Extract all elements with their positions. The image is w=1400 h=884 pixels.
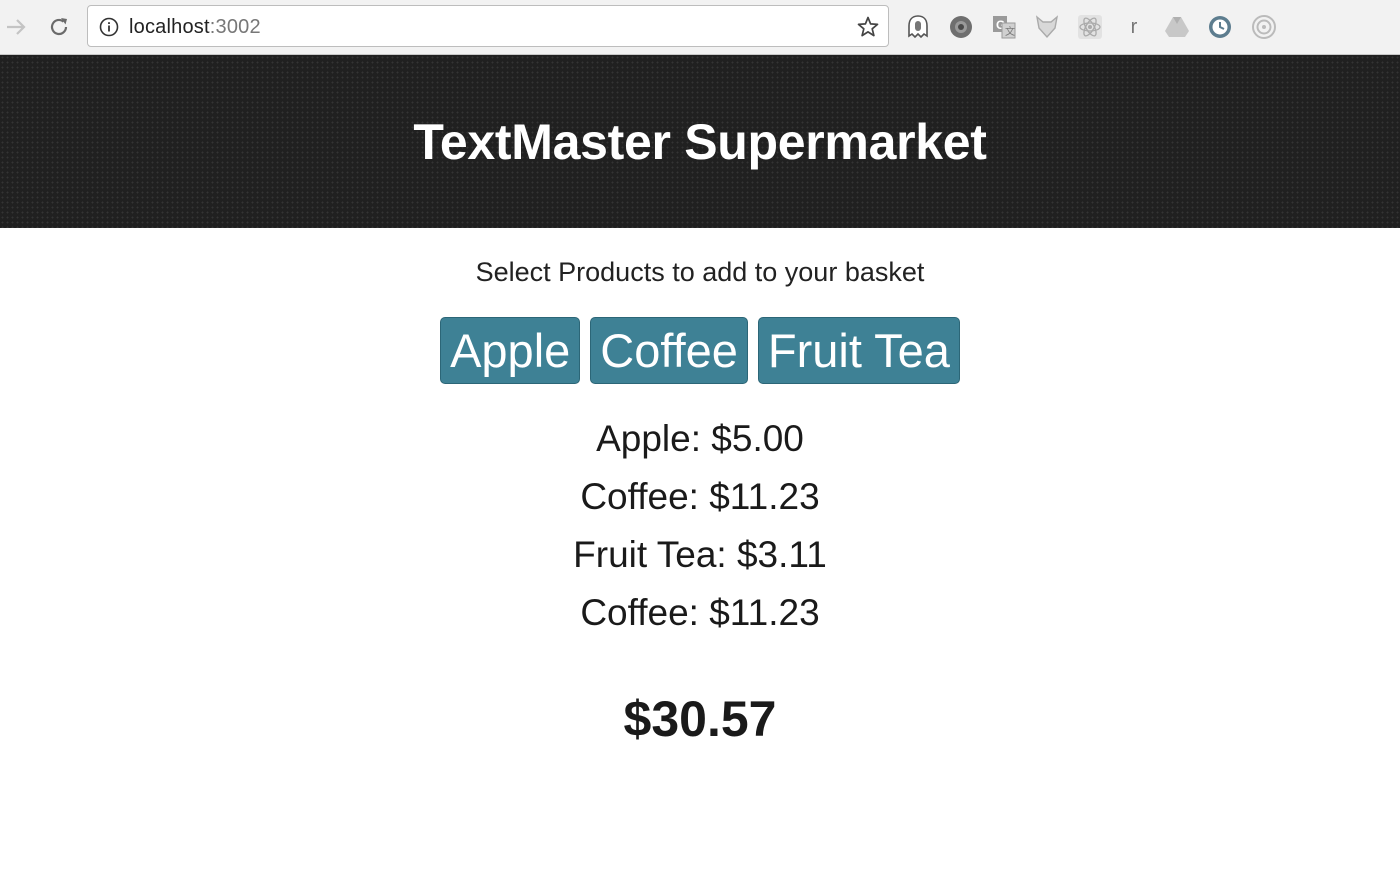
forward-arrow-icon	[7, 19, 26, 35]
forward-button[interactable]	[2, 13, 30, 41]
r-letter-icon[interactable]: r	[1120, 13, 1148, 41]
react-icon[interactable]	[1076, 13, 1104, 41]
url-port: :3002	[209, 16, 261, 38]
add-fruit-tea-button[interactable]: Fruit Tea	[757, 317, 960, 384]
basket-item: Apple: $5.00	[596, 418, 804, 459]
site-header: TextMaster Supermarket	[0, 55, 1400, 228]
instruction-text: Select Products to add to your basket	[475, 257, 925, 287]
basket-item: Fruit Tea: $3.11	[573, 534, 827, 575]
url-host: localhost	[129, 16, 210, 38]
site-title: TextMaster Supermarket	[413, 114, 987, 170]
bookmark-star-icon[interactable]	[856, 15, 880, 44]
browser-toolbar: localhost:3002 G 文 r	[0, 0, 1400, 55]
clock-sync-icon[interactable]	[1206, 13, 1234, 41]
reload-icon	[50, 18, 68, 36]
r-letter-label: r	[1130, 15, 1138, 38]
url-text: localhost:3002	[129, 16, 261, 39]
basket-item: Coffee: $11.23	[580, 476, 820, 517]
basket-list: Apple: $5.00 Coffee: $11.23 Fruit Tea: $…	[0, 415, 1400, 647]
address-bar[interactable]: localhost:3002	[87, 5, 889, 47]
basket-item: Coffee: $11.23	[580, 592, 820, 633]
fox-icon[interactable]	[1033, 13, 1061, 41]
drive-icon[interactable]	[1163, 13, 1191, 41]
info-icon[interactable]	[99, 17, 119, 42]
basket-total: $30.57	[623, 691, 777, 747]
svg-text:文: 文	[1005, 25, 1015, 38]
add-apple-button[interactable]: Apple	[440, 317, 581, 384]
translate-icon[interactable]: G 文	[990, 13, 1018, 41]
target-icon[interactable]	[1250, 13, 1278, 41]
product-buttons: Apple Coffee Fruit Tea	[0, 317, 1400, 384]
ghostery-icon[interactable]	[904, 13, 932, 41]
shield-circle-icon[interactable]	[947, 13, 975, 41]
reload-button[interactable]	[45, 13, 73, 41]
add-coffee-button[interactable]: Coffee	[590, 317, 748, 384]
